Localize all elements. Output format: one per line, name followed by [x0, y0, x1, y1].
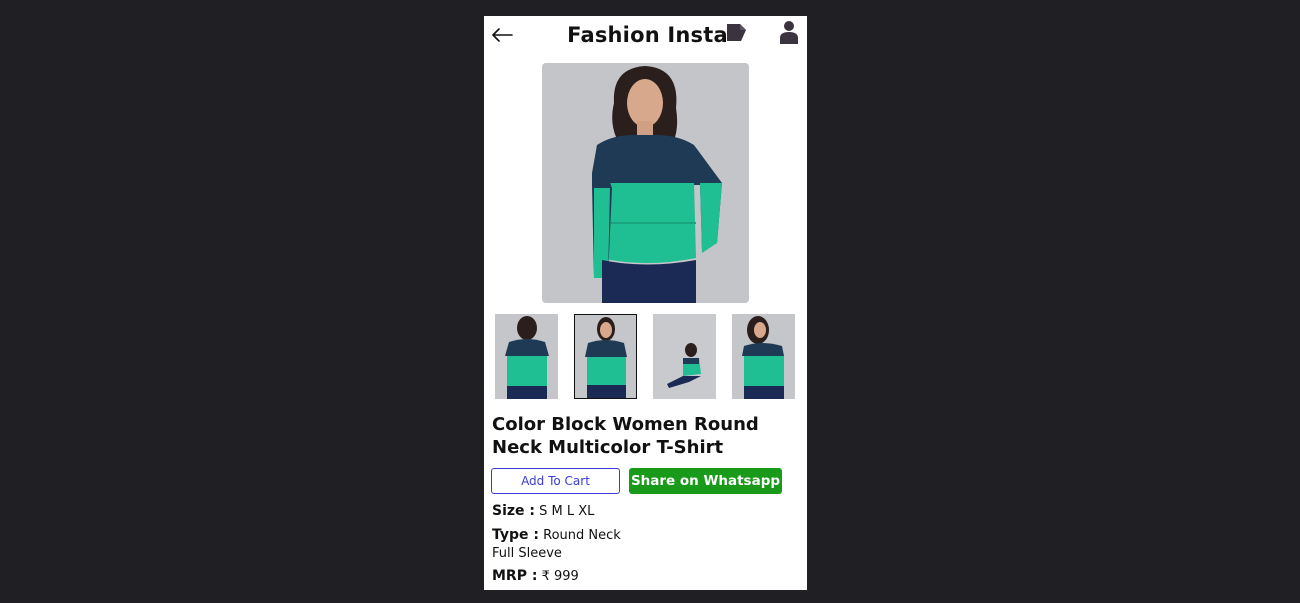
cart-tag-icon — [727, 24, 746, 41]
share-whatsapp-button[interactable]: Share on Whatsapp — [629, 468, 782, 494]
type-label: Type : — [492, 527, 540, 543]
thumbnail-seated[interactable] — [653, 314, 716, 399]
profile-button[interactable] — [780, 20, 798, 44]
type-value: Round Neck — [543, 528, 621, 543]
size-label: Size : — [492, 503, 535, 519]
app-screen: Fashion Insta Color Block Women Round Ne… — [484, 16, 807, 590]
thumbnail-back[interactable] — [495, 314, 558, 399]
add-to-cart-button[interactable]: Add To Cart — [491, 468, 620, 494]
type-row: Type : Round Neck — [492, 527, 621, 543]
thumbnail-strip — [495, 314, 797, 400]
type-value-line2: Full Sleeve — [492, 546, 562, 561]
mrp-value: ₹ 999 — [541, 569, 579, 584]
mrp-row: MRP : ₹ 999 — [492, 568, 579, 584]
user-icon — [780, 21, 798, 44]
app-title: Fashion Insta — [567, 23, 728, 47]
top-bar: Fashion Insta — [484, 16, 807, 56]
product-title: Color Block Women Round Neck Multicolor … — [492, 414, 759, 458]
thumbnail-side[interactable] — [732, 314, 795, 399]
thumbnail-front[interactable] — [574, 314, 637, 399]
mrp-label: MRP : — [492, 568, 538, 584]
cart-button[interactable] — [726, 22, 748, 44]
size-value: S M L XL — [539, 504, 595, 519]
size-row: Size : S M L XL — [492, 503, 594, 519]
main-product-image — [542, 63, 749, 303]
